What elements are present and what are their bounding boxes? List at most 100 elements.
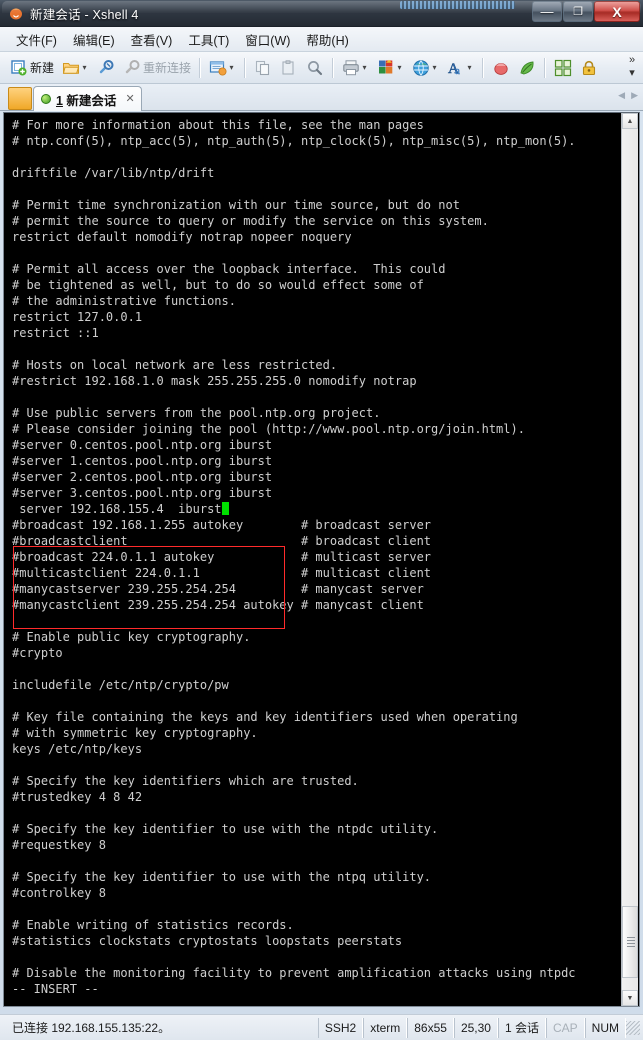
scrollbar-thumb[interactable]: [622, 906, 638, 978]
terminal-line: # Disable the monitoring facility to pre…: [12, 966, 576, 980]
session-manager-dropdown-arrow[interactable]: ▾: [227, 55, 236, 81]
open-session-dropdown-arrow[interactable]: ▾: [80, 55, 89, 81]
arrange-windows-button[interactable]: [550, 54, 576, 82]
terminal-line: #trustedkey 4 8 42: [12, 790, 143, 804]
paste-button[interactable]: [276, 54, 302, 82]
connect-button[interactable]: [93, 54, 119, 82]
toolbar-separator-4: [482, 57, 485, 78]
new-session-button[interactable]: 新建: [6, 54, 58, 82]
transfer-dropdown-arrow[interactable]: ▾: [395, 55, 404, 81]
transfer-file-button[interactable]: ▾: [373, 54, 408, 82]
status-bar: 已连接 192.168.155.135:22。 SSH2 xterm 86x55…: [0, 1014, 643, 1040]
menu-help[interactable]: 帮助(H): [298, 27, 356, 52]
tile-windows-icon: [554, 59, 572, 76]
toolbar-overflow-arrow: ▾: [629, 67, 635, 79]
copy-button[interactable]: [250, 54, 276, 82]
tab-status-dot-icon: [41, 94, 51, 104]
reconnect-button[interactable]: 重新连接: [119, 54, 195, 82]
menu-window[interactable]: 窗口(W): [237, 27, 298, 52]
toolbar-overflow-button[interactable]: » ▾: [624, 54, 640, 81]
menu-view[interactable]: 查看(V): [123, 27, 181, 52]
xshell-logo-icon: [10, 8, 22, 20]
xshell-window: 新建会话 - Xshell 4 — ❐ X 文件(F) 编辑(E) 查看(V) …: [0, 0, 643, 1040]
print-dropdown-arrow[interactable]: ▾: [360, 55, 369, 81]
resize-grip-icon[interactable]: [626, 1020, 640, 1035]
xshell-app-button[interactable]: [488, 54, 514, 82]
font-button[interactable]: A a ▾: [443, 54, 478, 82]
terminal-line: #broadcast 224.0.1.1 autokey # multicast…: [12, 550, 432, 564]
session-group-icon[interactable]: [8, 87, 32, 110]
browser-button[interactable]: ▾: [408, 54, 443, 82]
printer-icon: [343, 59, 359, 75]
tab-label: 1 新建会话: [56, 90, 116, 109]
minimize-button[interactable]: —: [532, 1, 562, 22]
terminal-line: #server 2.centos.pool.ntp.org iburst: [12, 470, 273, 484]
close-button[interactable]: X: [594, 1, 640, 22]
xftp-app-button[interactable]: [514, 54, 540, 82]
copy-icon: [255, 60, 270, 75]
window-title: 新建会话 - Xshell 4: [30, 8, 139, 22]
terminal-line: # be tightened as well, but to do so wou…: [12, 278, 424, 292]
scroll-down-icon[interactable]: ▼: [622, 990, 638, 1006]
terminal-scrollbar[interactable]: ▲ ▼: [621, 113, 638, 1006]
terminal-line: #broadcastclient # broadcast client: [12, 534, 432, 548]
tab-title: 新建会话: [62, 93, 117, 108]
title-bar: 新建会话 - Xshell 4 — ❐ X: [0, 0, 643, 27]
terminal-line: restrict default nomodify notrap nopeer …: [12, 230, 352, 244]
maximize-button[interactable]: ❐: [563, 1, 593, 22]
terminal-line: #server 1.centos.pool.ntp.org iburst: [12, 454, 273, 468]
menu-bar: 文件(F) 编辑(E) 查看(V) 工具(T) 窗口(W) 帮助(H): [0, 27, 643, 52]
lock-button[interactable]: [576, 54, 602, 82]
find-button[interactable]: [302, 54, 328, 82]
terminal-line: # Specify the key identifiers which are …: [12, 774, 359, 788]
tab-close-icon[interactable]: ✕: [125, 93, 134, 105]
tab-next-icon[interactable]: ▶: [631, 90, 638, 101]
reconnect-icon: [125, 59, 140, 73]
menu-tools[interactable]: 工具(T): [180, 27, 237, 52]
session-manager-button[interactable]: ▾: [205, 54, 240, 82]
terminal-line: # Key file containing the keys and key i…: [12, 710, 518, 724]
terminal-line: #manycastserver 239.255.254.254 # manyca…: [12, 582, 424, 596]
maximize-icon: ❐: [573, 6, 583, 18]
toolbar-separator-5: [544, 57, 547, 78]
terminal-line: # Specify the key identifier to use with…: [12, 870, 432, 884]
terminal-line: # For more information about this file, …: [12, 118, 424, 132]
menu-file[interactable]: 文件(F): [8, 27, 65, 52]
scroll-up-icon[interactable]: ▲: [622, 113, 638, 129]
terminal-screen[interactable]: # For more information about this file, …: [4, 113, 622, 1006]
tab-session-1[interactable]: 1 新建会话 ✕: [33, 86, 142, 111]
terminal-line: #requestkey 8: [12, 838, 106, 852]
terminal-line: #statistics clockstats cryptostats loops…: [12, 934, 403, 948]
menu-edit[interactable]: 编辑(E): [65, 27, 123, 52]
reconnect-label: 重新连接: [143, 61, 192, 75]
print-button[interactable]: ▾: [338, 54, 373, 82]
new-session-icon: [11, 59, 27, 75]
tab-navigation: ◀ ▶: [618, 90, 638, 101]
tab-strip: 1 新建会话 ✕ ◀ ▶: [0, 84, 643, 111]
terminal-line: # Please consider joining the pool (http…: [12, 422, 525, 436]
browser-dropdown-arrow[interactable]: ▾: [430, 55, 439, 81]
terminal-line: #crypto: [12, 646, 63, 660]
minimize-icon: —: [540, 4, 554, 19]
tab-prev-icon[interactable]: ◀: [618, 90, 625, 101]
globe-icon: [413, 59, 429, 76]
terminal-line: driftfile /var/lib/ntp/drift: [12, 166, 215, 180]
xftp-leaf-icon: [520, 61, 534, 74]
toolbar-separator-1: [199, 57, 202, 78]
close-icon: X: [612, 3, 622, 20]
open-session-button[interactable]: ▾: [58, 54, 93, 82]
svg-text:a: a: [455, 65, 460, 77]
terminal-line: # permit the source to query or modify t…: [12, 214, 489, 228]
paste-icon: [282, 59, 294, 75]
terminal-line: -- INSERT --: [12, 982, 99, 996]
toolbar-separator-2: [244, 57, 247, 78]
window-controls: — ❐ X: [531, 1, 640, 22]
font-dropdown-arrow[interactable]: ▾: [465, 55, 474, 81]
